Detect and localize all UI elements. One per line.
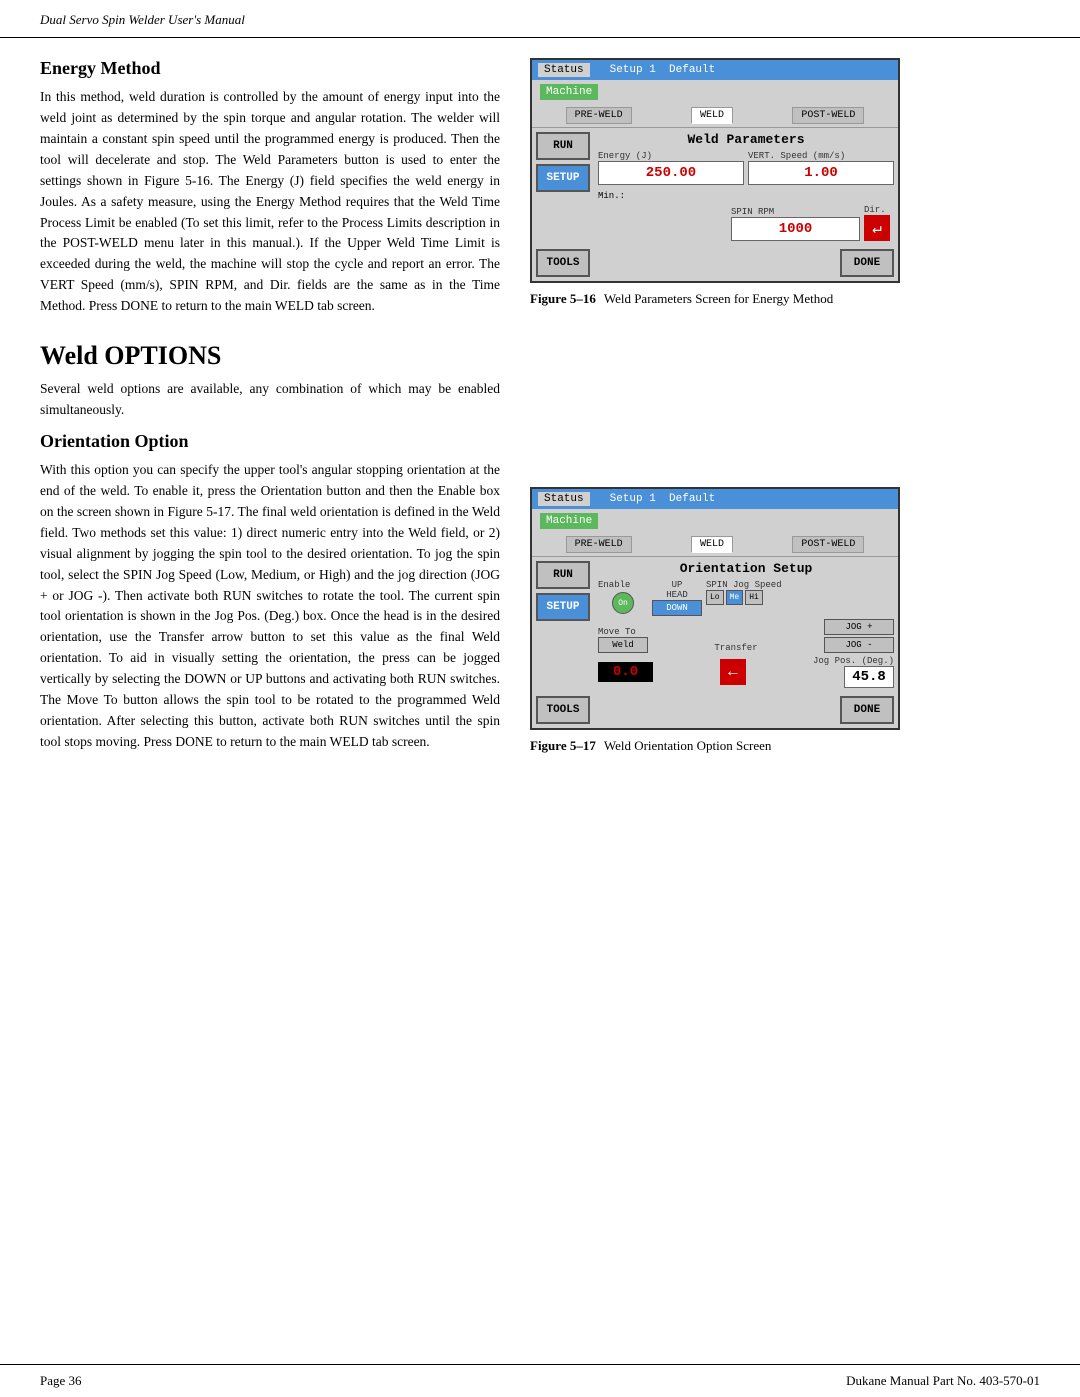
screen2-setup-button[interactable]: SETUP <box>536 593 590 621</box>
screen2-enable-label: Enable <box>598 580 648 590</box>
screen2-jog-minus-button[interactable]: JOG - <box>824 637 894 653</box>
screen1-done-button[interactable]: DONE <box>840 249 894 277</box>
screen1-min-label: Min.: <box>598 191 625 201</box>
screen1-tabs: PRE-WELD WELD POST-WELD <box>532 104 898 128</box>
screen1-tab-postweld[interactable]: POST-WELD <box>792 107 864 124</box>
screen2-lo-button[interactable]: Lo <box>706 590 724 605</box>
screen2-me-button[interactable]: Me <box>726 590 744 605</box>
screen2-top-bar: Status Setup 1 Default <box>532 489 898 509</box>
screen2-run-button[interactable]: RUN <box>536 561 590 589</box>
orientation-option-heading: Orientation Option <box>40 431 500 452</box>
screen1-tab-preweld[interactable]: PRE-WELD <box>566 107 632 124</box>
screen2-status: Status <box>538 492 590 506</box>
screen1-machine-row: Machine <box>532 80 898 104</box>
screen2-up-label: UP <box>652 580 702 590</box>
screen1-tools-button[interactable]: TOOLS <box>536 249 590 277</box>
right-column: Status Setup 1 Default Machine PRE-WELD … <box>530 58 910 763</box>
screen2-machine: Machine <box>540 513 598 529</box>
screen2-head-label: HEAD <box>652 590 702 600</box>
energy-method-heading: Energy Method <box>40 58 500 79</box>
screen1-top-bar: Status Setup 1 Default <box>532 60 898 80</box>
screen2-transfer-label: Transfer <box>714 643 757 653</box>
page-footer: Page 36 Dukane Manual Part No. 403-570-0… <box>0 1364 1080 1397</box>
screen2-move-to-label: Move To <box>598 627 648 637</box>
screen1-left-buttons: RUN SETUP TOOLS <box>532 128 594 281</box>
orientation-option-body: With this option you can specify the upp… <box>40 460 500 753</box>
page-header: Dual Servo Spin Welder User's Manual <box>0 0 1080 38</box>
screen2-weld-value[interactable]: 0.0 <box>598 662 653 682</box>
screen2-tab-weld[interactable]: WELD <box>691 536 733 553</box>
screen2-tab-postweld[interactable]: POST-WELD <box>792 536 864 553</box>
screen2-section-title: Orientation Setup <box>598 561 894 576</box>
screen1-body: RUN SETUP TOOLS Weld Parameters Energy (… <box>532 128 898 281</box>
screen2-jog-plus-button[interactable]: JOG + <box>824 619 894 635</box>
screen1-machine: Machine <box>540 84 598 100</box>
screen2-body: RUN SETUP TOOLS Orientation Setup Enable… <box>532 557 898 728</box>
screen1-run-button[interactable]: RUN <box>536 132 590 160</box>
screen2-down-button[interactable]: DOWN <box>652 600 702 616</box>
screen2-setup: Setup 1 Default <box>610 493 716 505</box>
screen1-vert-speed-label: VERT. Speed (mm/s) <box>748 151 894 161</box>
screen1-energy-value[interactable]: 250.00 <box>598 161 744 185</box>
weld-options-body: Several weld options are available, any … <box>40 379 500 421</box>
screen1-tab-weld[interactable]: WELD <box>691 107 733 124</box>
figure16-text: Weld Parameters Screen for Energy Method <box>604 291 833 307</box>
header-text: Dual Servo Spin Welder User's Manual <box>40 12 245 27</box>
energy-method-body: In this method, weld duration is control… <box>40 87 500 317</box>
screen1-main: Weld Parameters Energy (J) 250.00 VERT. … <box>594 128 898 281</box>
weld-options-heading: Weld OPTIONS <box>40 341 500 371</box>
figure17-text: Weld Orientation Option Screen <box>604 738 772 754</box>
screen1-setup: Setup 1 Default <box>610 64 716 76</box>
screen2-spin-jog-label: SPIN Jog Speed <box>706 580 894 590</box>
screen1-setup-button[interactable]: SETUP <box>536 164 590 192</box>
screen1-energy-label: Energy (J) <box>598 151 744 161</box>
screen2-left-buttons: RUN SETUP TOOLS <box>532 557 594 728</box>
screen1-spin-rpm-value[interactable]: 1000 <box>731 217 860 241</box>
screen2-machine-row: Machine <box>532 509 898 533</box>
screen1: Status Setup 1 Default Machine PRE-WELD … <box>530 58 900 283</box>
screen2-hi-button[interactable]: Hi <box>745 590 763 605</box>
screen1-dir-arrow[interactable]: ↵ <box>864 215 890 241</box>
screen1-dir-label: Dir. <box>864 205 894 215</box>
figure17-label: Figure 5–17 <box>530 738 596 754</box>
screen2-jog-pos-label: Jog Pos. (Deg.) <box>813 656 894 666</box>
screen2-tab-preweld[interactable]: PRE-WELD <box>566 536 632 553</box>
figure16-label: Figure 5–16 <box>530 291 596 307</box>
screen2-tools-button[interactable]: TOOLS <box>536 696 590 724</box>
main-content: Energy Method In this method, weld durat… <box>0 38 1080 783</box>
left-column: Energy Method In this method, weld durat… <box>40 58 500 763</box>
screen2-jog-pos-value[interactable]: 45.8 <box>844 666 894 688</box>
footer-page: Page 36 <box>40 1373 82 1389</box>
screen2-main: Orientation Setup Enable On UP HEAD <box>594 557 898 728</box>
screen1-spin-rpm-label: SPIN RPM <box>731 207 860 217</box>
screen1-section-title: Weld Parameters <box>598 132 894 147</box>
figure17-caption: Figure 5–17 Weld Orientation Option Scre… <box>530 738 910 754</box>
screen2-spin-jog-group: Lo Me Hi <box>706 590 894 605</box>
screen2-tabs: PRE-WELD WELD POST-WELD <box>532 533 898 557</box>
footer-manual: Dukane Manual Part No. 403-570-01 <box>846 1373 1040 1389</box>
screen2-transfer-arrow[interactable]: ← <box>720 659 746 685</box>
screen2-on-button[interactable]: On <box>612 592 634 614</box>
screen1-vert-speed-value[interactable]: 1.00 <box>748 161 894 185</box>
screen2: Status Setup 1 Default Machine PRE-WELD … <box>530 487 900 730</box>
screen1-status: Status <box>538 63 590 77</box>
screen2-done-button[interactable]: DONE <box>840 696 894 724</box>
screen2-weld-button[interactable]: Weld <box>598 637 648 653</box>
figure16-caption: Figure 5–16 Weld Parameters Screen for E… <box>530 291 910 307</box>
